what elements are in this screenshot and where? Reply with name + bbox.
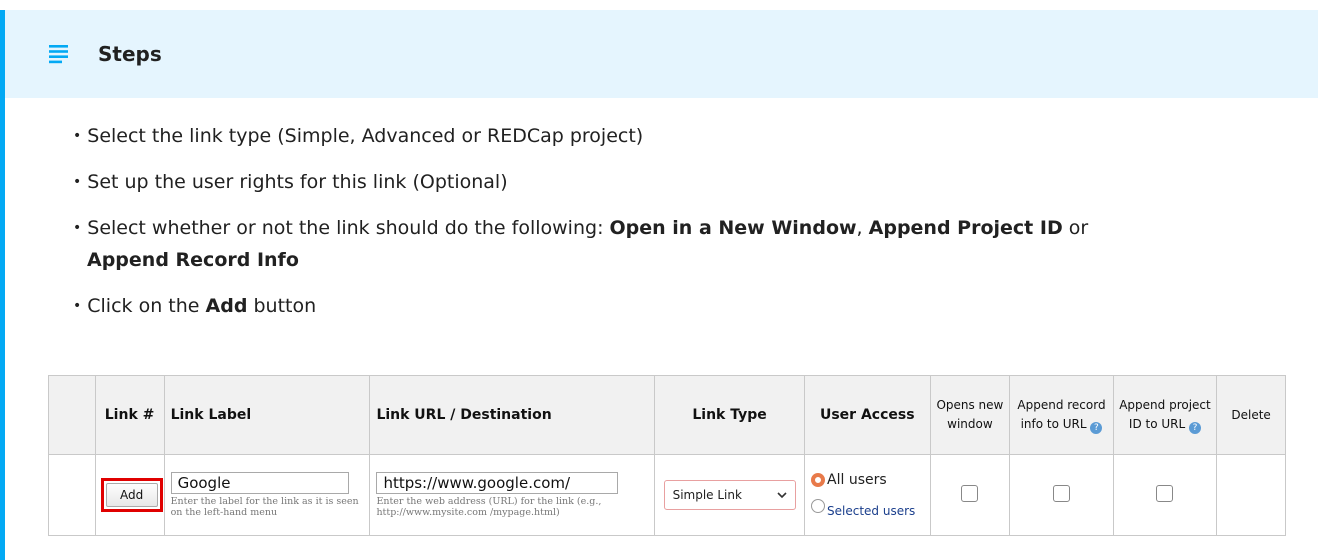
link-url-input[interactable] [376, 472, 619, 494]
callout-header: Steps [5, 10, 1318, 98]
help-icon[interactable]: ? [1189, 422, 1202, 434]
step-text: Select the link type (Simple, Advanced o… [87, 125, 644, 147]
append-record-cell [1009, 454, 1114, 536]
step-text: , [856, 217, 869, 239]
list-lines-icon [49, 44, 69, 64]
step-bold-text: Add [205, 295, 248, 317]
header-link-label: Link Label [163, 375, 371, 455]
steps-list: Select the link type (Simple, Advanced o… [73, 120, 1273, 336]
add-cell: Add [94, 454, 165, 536]
step-bold-text: Append Project ID [868, 217, 1063, 239]
header-text: Opens new window [936, 398, 1004, 431]
new-window-cell [929, 454, 1011, 536]
access-selected-option[interactable]: Selected users [811, 494, 929, 518]
access-selected-label[interactable]: Selected users [827, 504, 915, 518]
access-cell: All users Selected users [804, 454, 931, 536]
header-link-number: Link # [94, 375, 165, 455]
url-cell: Enter the web address (URL) for the link… [369, 454, 656, 536]
step-text: Select whether or not the link should do… [87, 217, 610, 239]
chevron-down-icon [777, 488, 787, 502]
radio-all-users[interactable] [811, 473, 826, 487]
step-item: Set up the user rights for this link (Op… [73, 166, 1273, 198]
step-text: button [247, 295, 317, 317]
radio-selected-users[interactable] [811, 499, 826, 513]
header-append-record: Append record info to URL ? [1009, 375, 1114, 455]
add-button[interactable]: Add [105, 483, 158, 507]
link-label-input[interactable] [170, 472, 349, 494]
access-all-option[interactable]: All users [811, 472, 929, 488]
label-cell: Enter the label for the link as it is se… [163, 454, 371, 536]
label-hint: Enter the label for the link as it is se… [170, 496, 359, 518]
step-text: Click on the [87, 295, 206, 317]
step-item: Select the link type (Simple, Advanced o… [73, 120, 1273, 152]
callout-title: Steps [98, 42, 162, 66]
step-item: Click on the Add button [73, 290, 1273, 322]
project-bookmarks-table: Link # Link Label Link URL / Destination… [48, 375, 1286, 536]
empty-cell [48, 454, 96, 536]
type-cell: Simple Link [654, 454, 806, 536]
add-button-highlight: Add [100, 478, 163, 512]
step-bold-text: Append Record Info [87, 249, 299, 271]
header-link-type: Link Type [654, 375, 806, 455]
empty-header [48, 375, 96, 455]
step-item: Select whether or not the link should do… [73, 212, 1273, 276]
step-text: or [1062, 217, 1089, 239]
header-append-project: Append project ID to URL ? [1112, 375, 1218, 455]
step-text: Set up the user rights for this link (Op… [87, 171, 508, 193]
access-all-label: All users [827, 472, 887, 488]
append-record-checkbox[interactable] [1052, 484, 1070, 502]
append-project-checkbox[interactable] [1156, 484, 1174, 502]
link-type-value: Simple Link [672, 488, 742, 502]
url-hint: Enter the web address (URL) for the link… [376, 496, 602, 518]
help-icon[interactable]: ? [1090, 422, 1103, 434]
append-project-cell [1112, 454, 1218, 536]
delete-cell [1216, 454, 1286, 536]
new-window-checkbox[interactable] [961, 484, 979, 502]
link-type-select[interactable]: Simple Link [663, 480, 796, 510]
header-user-access: User Access [804, 375, 931, 455]
header-opens-new-window: Opens new window [929, 375, 1011, 455]
header-link-url: Link URL / Destination [369, 375, 656, 455]
table-row: Add Enter the label for the link as it i… [48, 454, 1286, 536]
step-bold-text: Open in a New Window [609, 217, 857, 239]
header-delete: Delete [1216, 375, 1286, 455]
